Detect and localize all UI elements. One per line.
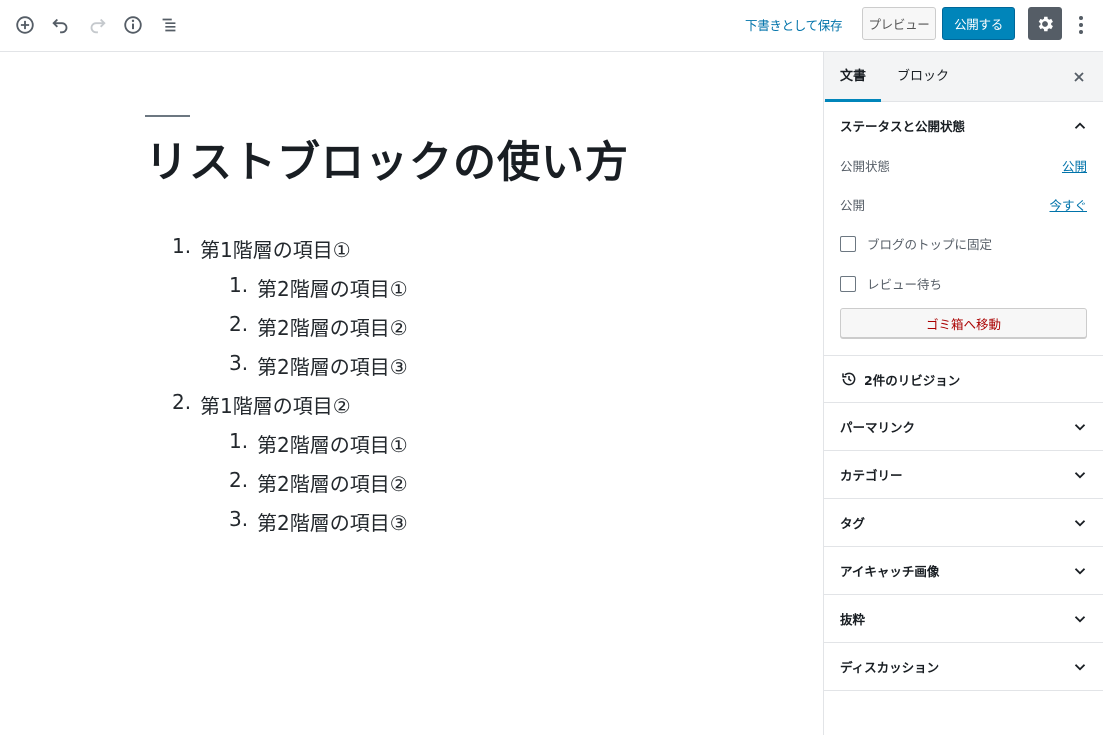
list-number: 3. <box>229 507 249 531</box>
featured-image-panel-header[interactable]: アイキャッチ画像 <box>824 547 1103 594</box>
panel-title: アイキャッチ画像 <box>840 564 940 579</box>
panel-title: ステータスと公開状態 <box>840 119 966 134</box>
featured-image-panel: アイキャッチ画像 <box>824 547 1103 595</box>
pending-label: レビュー待ち <box>867 277 943 292</box>
list-number: 2. <box>229 468 249 492</box>
publish-button[interactable]: 公開する <box>942 7 1015 40</box>
visibility-toggle[interactable]: 公開 <box>1062 156 1087 175</box>
more-vertical-icon <box>1079 16 1083 34</box>
move-to-trash-button[interactable]: ゴミ箱へ移動 <box>840 308 1087 338</box>
permalink-panel-header[interactable]: パーマリンク <box>824 403 1103 450</box>
tab-document[interactable]: 文書 <box>840 52 866 102</box>
info-icon[interactable] <box>120 12 146 38</box>
close-icon <box>1074 72 1084 82</box>
tab-block[interactable]: ブロック <box>897 52 949 102</box>
list-item-text: 第1階層の項目① <box>200 238 351 262</box>
settings-button[interactable] <box>1028 7 1062 40</box>
list-number: 2. <box>172 390 192 414</box>
tags-panel-header[interactable]: タグ <box>824 499 1103 546</box>
discussion-panel: ディスカッション <box>824 643 1103 691</box>
categories-panel: カテゴリー <box>824 451 1103 499</box>
editor-canvas: リストブロックの使い方 1. 第1階層の項目① 1. 第2階層の項目① 2. 第2階層… <box>0 52 823 735</box>
redo-icon[interactable] <box>84 12 110 38</box>
list-item[interactable]: 2. 第1階層の項目② <box>172 390 351 419</box>
editor-header: 下書きとして保存 プレビュー 公開する <box>0 0 1103 52</box>
panel-title: パーマリンク <box>840 420 916 435</box>
status-panel-header[interactable]: ステータスと公開状態 <box>824 102 1103 149</box>
publish-row: 公開 今すぐ <box>840 195 1087 214</box>
chevron-down-icon <box>1074 615 1086 623</box>
panel-title: 抜粋 <box>840 612 866 627</box>
discussion-panel-header[interactable]: ディスカッション <box>824 643 1103 690</box>
list-item-text: 第1階層の項目② <box>200 394 351 418</box>
list-item-text: 第2階層の項目① <box>257 433 408 457</box>
publish-date-toggle[interactable]: 今すぐ <box>1049 195 1087 214</box>
list-number: 1. <box>229 273 249 297</box>
revisions-link[interactable]: 2件のリビジョン <box>824 356 1103 403</box>
chevron-down-icon <box>1074 519 1086 527</box>
list-item[interactable]: 2. 第2階層の項目② <box>229 312 408 341</box>
list-item-text: 第2階層の項目① <box>257 277 408 301</box>
sidebar-tabs: 文書 ブロック <box>824 52 1103 102</box>
sticky-checkbox-row[interactable]: ブログのトップに固定 <box>840 234 992 253</box>
list-number: 1. <box>229 429 249 453</box>
close-sidebar-button[interactable] <box>1069 67 1089 87</box>
list-item[interactable]: 3. 第2階層の項目③ <box>229 507 408 536</box>
post-title[interactable]: リストブロックの使い方 <box>145 128 629 190</box>
list-number: 2. <box>229 312 249 336</box>
gear-icon <box>1038 16 1053 31</box>
tags-panel: タグ <box>824 499 1103 547</box>
panel-title: カテゴリー <box>840 468 903 483</box>
block-navigation-icon[interactable] <box>156 12 182 38</box>
add-block-icon[interactable] <box>12 12 38 38</box>
chevron-up-icon <box>1074 121 1086 129</box>
sticky-checkbox[interactable] <box>840 235 856 252</box>
excerpt-panel: 抜粋 <box>824 595 1103 643</box>
undo-icon[interactable] <box>48 12 74 38</box>
settings-sidebar: 文書 ブロック ステータスと公開状態 公開状態 公開 公開 今すぐ ブログのトッ… <box>823 52 1103 735</box>
list-item[interactable]: 2. 第2階層の項目② <box>229 468 408 497</box>
panel-title: タグ <box>840 516 866 531</box>
categories-panel-header[interactable]: カテゴリー <box>824 451 1103 498</box>
pending-checkbox-row[interactable]: レビュー待ち <box>840 274 942 293</box>
list-item[interactable]: 1. 第2階層の項目① <box>229 273 408 302</box>
status-visibility-panel: ステータスと公開状態 公開状態 公開 公開 今すぐ ブログのトップに固定 レビュ… <box>824 102 1103 356</box>
list-item-text: 第2階層の項目② <box>257 316 408 340</box>
visibility-row: 公開状態 公開 <box>840 156 1087 175</box>
more-options-button[interactable] <box>1072 12 1090 38</box>
list-item[interactable]: 3. 第2階層の項目③ <box>229 351 408 380</box>
list-item-text: 第2階層の項目③ <box>257 355 408 379</box>
save-draft-button[interactable]: 下書きとして保存 <box>745 15 843 34</box>
title-divider <box>145 115 190 117</box>
publish-label: 公開 <box>840 198 866 213</box>
list-number: 3. <box>229 351 249 375</box>
list-number: 1. <box>172 234 192 258</box>
sticky-label: ブログのトップに固定 <box>867 237 993 252</box>
panel-title: ディスカッション <box>840 660 940 675</box>
history-icon <box>842 372 856 386</box>
pending-review-checkbox[interactable] <box>840 275 856 292</box>
excerpt-panel-header[interactable]: 抜粋 <box>824 595 1103 642</box>
visibility-label: 公開状態 <box>840 159 891 174</box>
list-item[interactable]: 1. 第2階層の項目① <box>229 429 408 458</box>
chevron-down-icon <box>1074 663 1086 671</box>
permalink-panel: パーマリンク <box>824 403 1103 451</box>
list-item[interactable]: 1. 第1階層の項目① <box>172 234 351 263</box>
chevron-down-icon <box>1074 423 1086 431</box>
chevron-down-icon <box>1074 567 1086 575</box>
revisions-label: 2件のリビジョン <box>864 372 961 388</box>
list-item-text: 第2階層の項目③ <box>257 511 408 535</box>
list-item-text: 第2階層の項目② <box>257 472 408 496</box>
preview-button[interactable]: プレビュー <box>862 7 936 40</box>
chevron-down-icon <box>1074 471 1086 479</box>
